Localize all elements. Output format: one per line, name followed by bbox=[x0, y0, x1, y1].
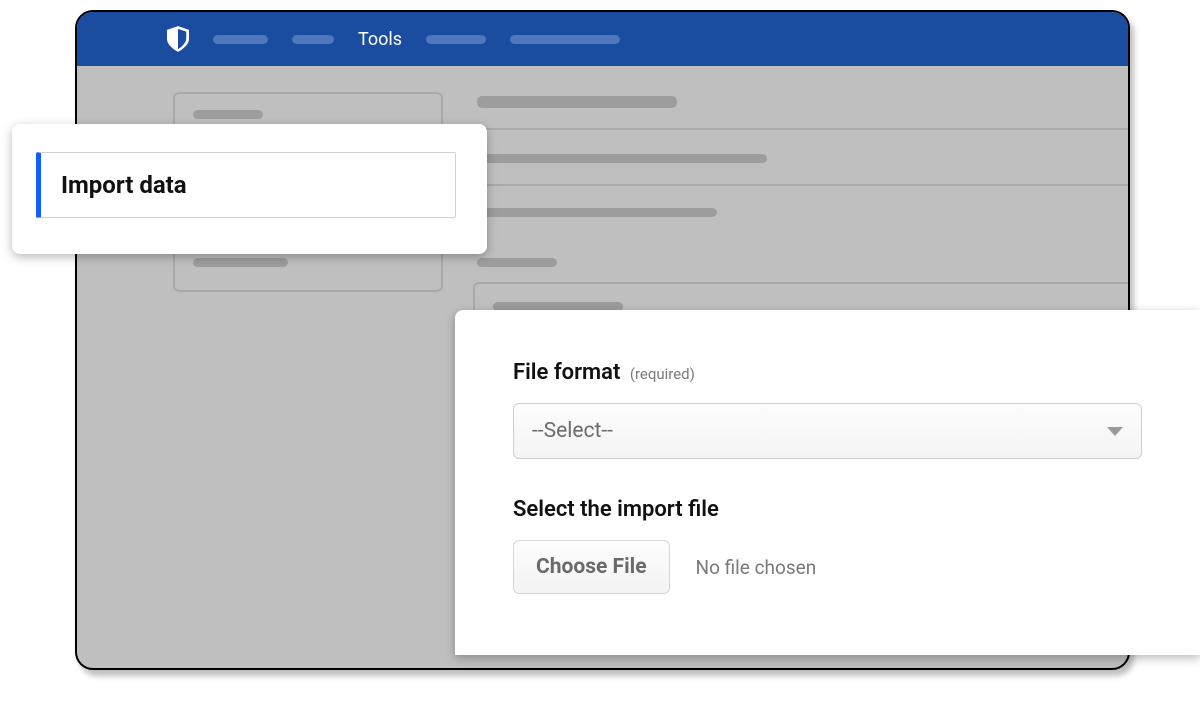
sidebar-item-label: Import data bbox=[61, 171, 187, 199]
divider bbox=[477, 184, 1128, 186]
content-line-placeholder bbox=[477, 258, 557, 267]
divider bbox=[477, 128, 1128, 130]
file-format-label-text: File format bbox=[513, 360, 620, 385]
chevron-down-icon bbox=[1107, 419, 1123, 443]
choose-file-button[interactable]: Choose File bbox=[513, 540, 670, 594]
shield-logo-icon bbox=[167, 26, 189, 52]
select-placeholder: --Select-- bbox=[532, 419, 613, 443]
file-input-row: Choose File No file chosen bbox=[513, 540, 1142, 594]
content-line-placeholder bbox=[477, 208, 717, 217]
content-header-area bbox=[477, 96, 1128, 108]
required-hint: (required) bbox=[630, 365, 695, 383]
sidebar-item-placeholder[interactable] bbox=[193, 110, 263, 119]
content-title-placeholder bbox=[477, 96, 677, 108]
nav-item-placeholder[interactable] bbox=[426, 35, 486, 44]
import-form-card: File format (required) --Select-- Select… bbox=[455, 310, 1200, 655]
sidebar-highlight-card: Import data bbox=[12, 124, 487, 254]
file-chosen-status: No file chosen bbox=[696, 556, 817, 579]
file-format-select[interactable]: --Select-- bbox=[513, 403, 1142, 459]
nav-item-placeholder[interactable] bbox=[510, 35, 620, 44]
nav-item-placeholder[interactable] bbox=[292, 35, 334, 44]
nav-item-placeholder[interactable] bbox=[213, 35, 268, 44]
sidebar-item-placeholder[interactable] bbox=[193, 258, 288, 267]
nav-item-tools[interactable]: Tools bbox=[358, 29, 402, 50]
topbar: Tools bbox=[77, 12, 1128, 66]
import-file-label: Select the import file bbox=[513, 497, 1142, 522]
file-format-label: File format (required) bbox=[513, 360, 1142, 385]
content-line-placeholder bbox=[477, 154, 767, 163]
sidebar-item-import-data[interactable]: Import data bbox=[36, 152, 456, 218]
